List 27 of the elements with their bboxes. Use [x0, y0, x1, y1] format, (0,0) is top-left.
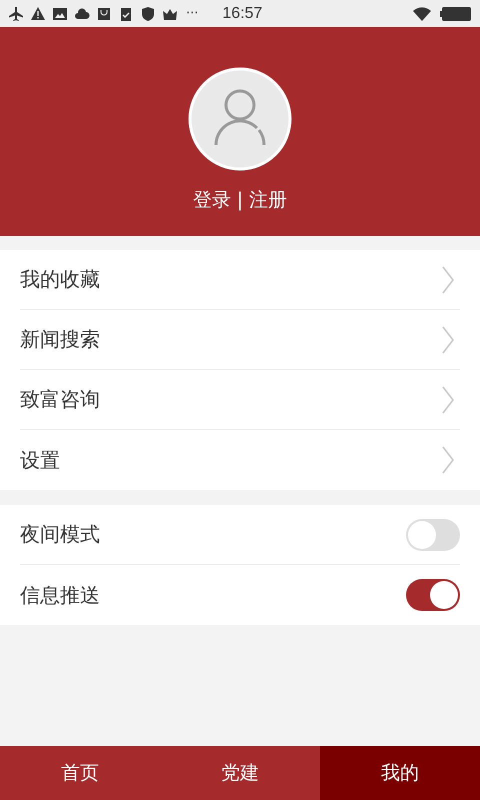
menu-item[interactable]: 我的收藏: [20, 250, 460, 310]
bag-icon: [96, 6, 112, 22]
chevron-icon: [442, 386, 454, 414]
setting-label: 夜间模式: [20, 521, 100, 548]
battery-icon: [440, 6, 472, 22]
menu-item[interactable]: 致富咨询: [20, 370, 460, 430]
more-notifications: ···: [186, 6, 198, 21]
chevron-icon: [442, 446, 454, 474]
shield-icon: [140, 6, 156, 22]
nav-tab[interactable]: 我的: [320, 746, 480, 800]
wifi-icon: [412, 6, 432, 22]
clipboard-check-icon: [118, 6, 134, 22]
image-icon: [52, 6, 68, 22]
warning-icon: [30, 6, 46, 22]
setting-label: 信息推送: [20, 582, 100, 608]
avatar-icon[interactable]: [188, 67, 292, 171]
toggle-switch[interactable]: [406, 579, 460, 611]
nav-tab[interactable]: 党建: [160, 746, 320, 800]
chevron-icon: [442, 326, 454, 354]
airplane-icon: [8, 6, 24, 22]
status-time: 16:57: [222, 4, 262, 22]
menu-item[interactable]: 新闻搜索: [20, 310, 460, 370]
nav-tab[interactable]: 首页: [0, 746, 160, 800]
menu-item[interactable]: 设置: [20, 430, 460, 490]
login-register-link[interactable]: 登录 | 注册: [192, 187, 288, 213]
toggle-switch[interactable]: [406, 518, 460, 550]
chevron-icon: [442, 266, 454, 294]
